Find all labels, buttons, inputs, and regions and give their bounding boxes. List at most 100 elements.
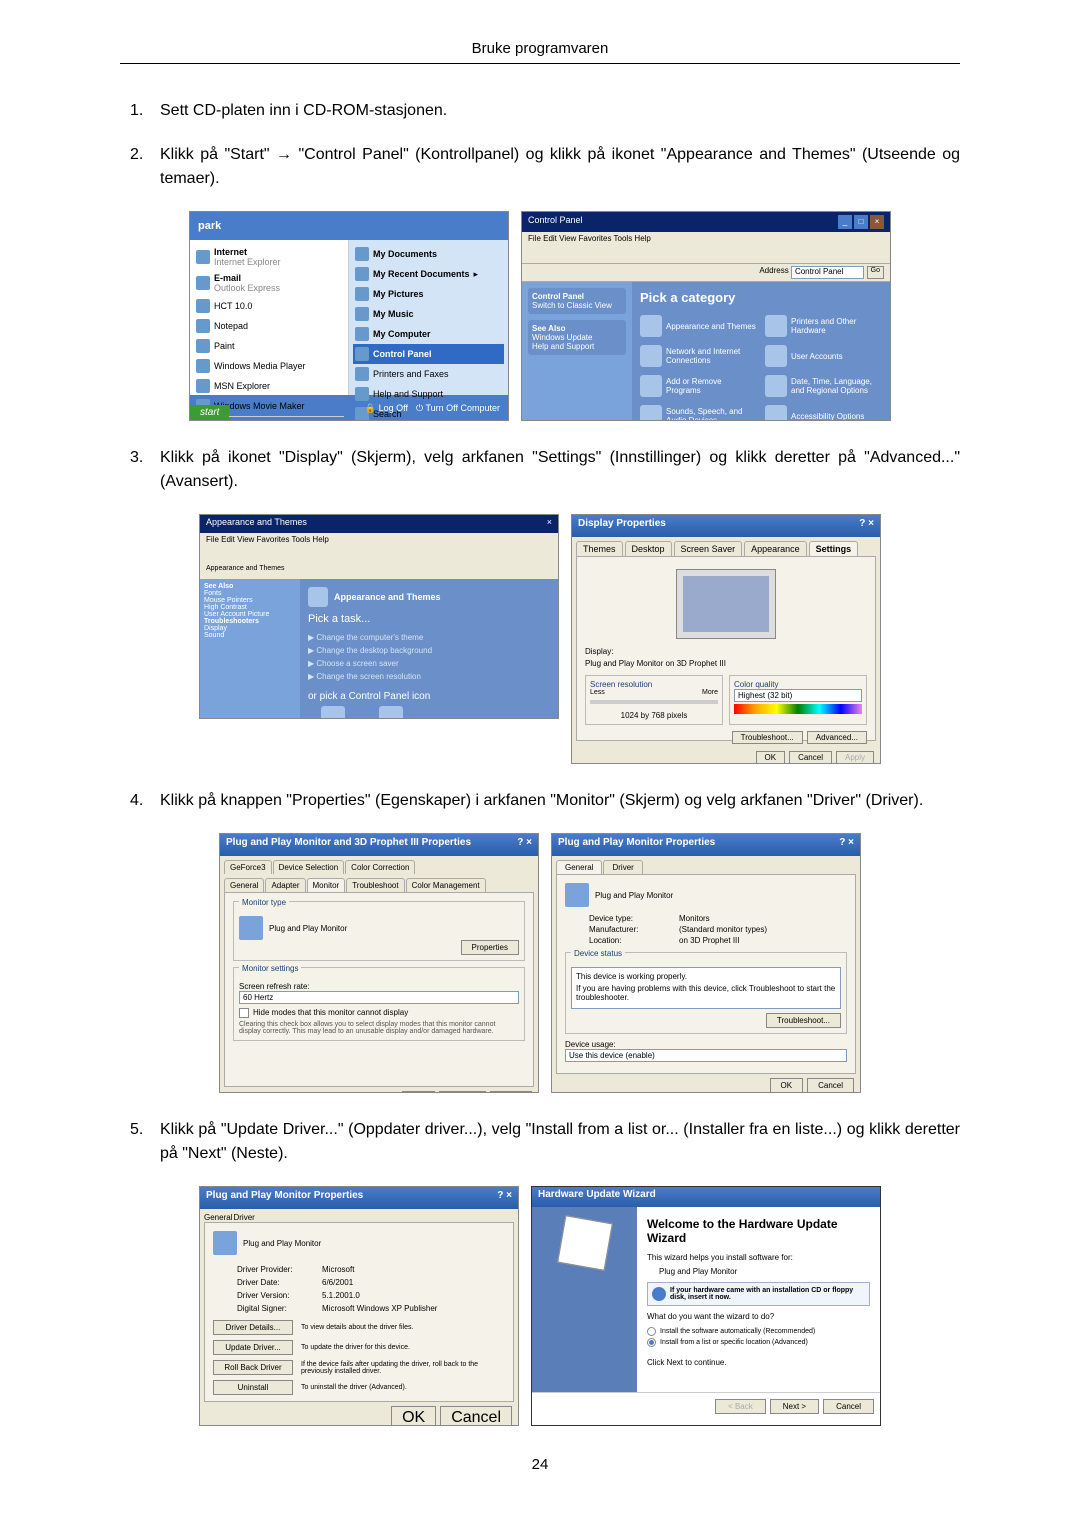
cancel-button[interactable]: Cancel xyxy=(823,1399,874,1414)
menu-msn[interactable]: MSN Explorer xyxy=(194,376,344,396)
tab-monitor[interactable]: Monitor xyxy=(307,878,346,892)
tab-driver[interactable]: Driver xyxy=(603,860,642,874)
cat-sounds[interactable]: Sounds, Speech, and Audio Devices xyxy=(640,405,757,421)
ok-button[interactable]: OK xyxy=(402,1091,436,1093)
sidebar-link[interactable]: User Account Picture xyxy=(204,611,269,618)
menu-controlpanel[interactable]: Control Panel xyxy=(353,344,504,364)
menu-paint[interactable]: Paint xyxy=(194,336,344,356)
troubleshoot-button[interactable]: Troubleshoot... xyxy=(766,1013,841,1028)
tab-color-correction[interactable]: Color Correction xyxy=(345,860,415,874)
menu-internet[interactable]: InternetInternet Explorer xyxy=(194,244,344,270)
sidebar-link[interactable]: Help and Support xyxy=(532,342,594,351)
tab-general[interactable]: General xyxy=(204,1213,232,1222)
minimize-button[interactable]: _ xyxy=(838,215,852,229)
tab-adapter[interactable]: Adapter xyxy=(265,878,305,892)
apply-button[interactable]: Apply xyxy=(836,751,874,764)
resolution-slider[interactable] xyxy=(590,700,718,704)
advanced-button[interactable]: Advanced... xyxy=(807,731,867,744)
go-button[interactable]: Go xyxy=(867,266,884,279)
cat-addremove[interactable]: Add or Remove Programs xyxy=(640,375,757,397)
toolbar[interactable]: File Edit View Favorites Tools Help xyxy=(200,533,558,563)
tab-settings[interactable]: Settings xyxy=(809,541,859,556)
close-button[interactable]: × xyxy=(506,1190,512,1201)
maximize-button[interactable]: □ xyxy=(854,215,868,229)
help-button[interactable]: ? xyxy=(517,837,523,848)
task-link[interactable]: ▶ Change the screen resolution xyxy=(308,670,550,683)
cancel-button[interactable]: Cancel xyxy=(789,751,832,764)
cat-printers[interactable]: Printers and Other Hardware xyxy=(765,315,882,337)
usage-dropdown[interactable]: Use this device (enable) xyxy=(565,1049,847,1062)
menu-wmp[interactable]: Windows Media Player xyxy=(194,356,344,376)
task-link[interactable]: ▶ Change the desktop background xyxy=(308,644,550,657)
cat-appearance[interactable]: Appearance and Themes xyxy=(640,315,757,337)
menu-pictures[interactable]: My Pictures xyxy=(353,284,504,304)
color-quality-dropdown[interactable]: Highest (32 bit) xyxy=(734,689,862,702)
menu-mydocs[interactable]: My Documents xyxy=(353,244,504,264)
help-button[interactable]: ? xyxy=(497,1190,503,1201)
next-button[interactable]: Next > xyxy=(770,1399,819,1414)
driver-details-button[interactable]: Driver Details... xyxy=(213,1320,293,1335)
sidebar-link[interactable]: Display xyxy=(204,625,227,632)
menu-notepad[interactable]: Notepad xyxy=(194,316,344,336)
menu-help[interactable]: Help and Support xyxy=(353,384,504,404)
cancel-button[interactable]: Cancel xyxy=(439,1091,486,1093)
cancel-button[interactable]: Cancel xyxy=(807,1078,854,1093)
sidebar-link[interactable]: Fonts xyxy=(204,590,222,597)
tab-geforce[interactable]: GeForce3 xyxy=(224,860,272,874)
apply-button[interactable]: Apply xyxy=(490,1091,532,1093)
refresh-rate-dropdown[interactable]: 60 Hertz xyxy=(239,991,519,1004)
close-button[interactable]: × xyxy=(547,517,552,527)
sidebar-link[interactable]: Sound xyxy=(204,632,224,639)
help-button[interactable]: ? xyxy=(839,837,845,848)
help-button[interactable]: ? xyxy=(859,518,865,529)
address-field[interactable]: Control Panel xyxy=(791,266,864,279)
rollback-driver-button[interactable]: Roll Back Driver xyxy=(213,1360,293,1375)
sidebar-link[interactable]: Mouse Pointers xyxy=(204,597,253,604)
back-button[interactable]: < Back xyxy=(715,1399,766,1414)
logoff-button[interactable]: 🔒 Log Off xyxy=(365,403,408,414)
ok-button[interactable]: OK xyxy=(391,1406,436,1426)
tab-color-management[interactable]: Color Management xyxy=(406,878,486,892)
tab-desktop[interactable]: Desktop xyxy=(625,541,672,556)
close-button[interactable]: × xyxy=(526,837,532,848)
task-link[interactable]: ▶ Choose a screen saver xyxy=(308,657,550,670)
menu-recent[interactable]: My Recent Documents ▸ xyxy=(353,264,504,284)
cat-users[interactable]: User Accounts xyxy=(765,345,882,367)
cat-datetime[interactable]: Date, Time, Language, and Regional Optio… xyxy=(765,375,882,397)
cat-network[interactable]: Network and Internet Connections xyxy=(640,345,757,367)
menu-hct[interactable]: HCT 10.0 xyxy=(194,296,344,316)
close-button[interactable]: × xyxy=(848,837,854,848)
menu-bar[interactable]: File Edit View Favorites Tools Help xyxy=(522,232,890,264)
tab-general[interactable]: General xyxy=(224,878,264,892)
troubleshoot-button[interactable]: Troubleshoot... xyxy=(732,731,803,744)
menu-computer[interactable]: My Computer xyxy=(353,324,504,344)
tab-screensaver[interactable]: Screen Saver xyxy=(674,541,743,556)
ok-button[interactable]: OK xyxy=(756,751,786,764)
task-link[interactable]: ▶ Change the computer's theme xyxy=(308,631,550,644)
sidebar-switch-link[interactable]: Switch to Classic View xyxy=(532,301,612,310)
properties-button[interactable]: Properties xyxy=(461,940,519,955)
tab-appearance[interactable]: Appearance xyxy=(744,541,807,556)
ok-button[interactable]: OK xyxy=(770,1078,804,1093)
menu-printers[interactable]: Printers and Faxes xyxy=(353,364,504,384)
uninstall-button[interactable]: Uninstall xyxy=(213,1380,293,1395)
tab-general[interactable]: General xyxy=(556,860,602,874)
tab-device-selection[interactable]: Device Selection xyxy=(273,860,345,874)
tab-themes[interactable]: Themes xyxy=(576,541,623,556)
hide-modes-checkbox[interactable] xyxy=(239,1008,249,1018)
menu-email[interactable]: E-mailOutlook Express xyxy=(194,270,344,296)
sidebar-link[interactable]: Windows Update xyxy=(532,333,592,342)
tab-troubleshoot[interactable]: Troubleshoot xyxy=(346,878,404,892)
radio-list[interactable] xyxy=(647,1338,656,1347)
close-button[interactable]: × xyxy=(868,518,874,529)
cancel-button[interactable]: Cancel xyxy=(440,1406,512,1426)
turnoff-button[interactable]: ⏻ Turn Off Computer xyxy=(416,403,500,414)
cp-icon-display[interactable]: Display xyxy=(308,706,358,719)
cat-accessibility[interactable]: Accessibility Options xyxy=(765,405,882,421)
tab-driver[interactable]: Driver xyxy=(233,1213,254,1222)
sidebar-link[interactable]: High Contrast xyxy=(204,604,247,611)
menu-music[interactable]: My Music xyxy=(353,304,504,324)
cp-icon-folder-options[interactable]: Folder Options xyxy=(366,706,416,719)
address-bar[interactable]: Appearance and Themes xyxy=(200,563,558,579)
radio-auto[interactable] xyxy=(647,1327,656,1336)
